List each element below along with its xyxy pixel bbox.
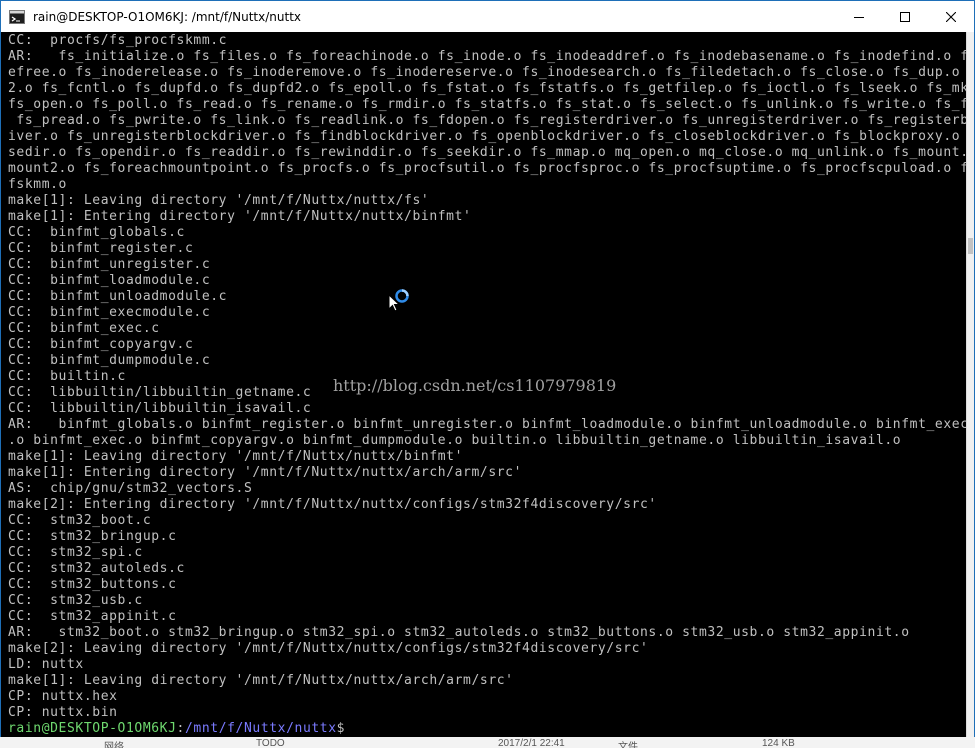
output-line: CC: libbuiltin/libbuiltin_isavail.c bbox=[8, 401, 312, 416]
output-line: .o binfmt_exec.o binfmt_copyargv.o binfm… bbox=[8, 433, 902, 448]
output-line: mount2.o fs_foreachmountpoint.o fs_procf… bbox=[8, 161, 967, 176]
output-line: CC: binfmt_copyargv.c bbox=[8, 337, 194, 352]
output-line: AS: chip/gnu/stm32_vectors.S bbox=[8, 481, 253, 496]
output-line: CC: procfs/fs_procfskmm.c bbox=[8, 33, 228, 48]
output-line: make[1]: Leaving directory '/mnt/f/Nuttx… bbox=[8, 193, 430, 208]
output-line: CC: binfmt_loadmodule.c bbox=[8, 273, 211, 288]
output-line: CC: binfmt_register.c bbox=[8, 241, 194, 256]
output-line: LD: nuttx bbox=[8, 657, 84, 672]
console-app-icon bbox=[9, 9, 25, 25]
output-line: fs_open.o fs_poll.o fs_read.o fs_rename.… bbox=[8, 97, 967, 112]
output-line: CC: stm32_usb.c bbox=[8, 593, 143, 608]
strip-item: TODO bbox=[256, 738, 285, 748]
window-title: rain@DESKTOP-O1OM6KJ: /mnt/f/Nuttx/nuttx bbox=[33, 9, 302, 24]
output-line: CC: binfmt_globals.c bbox=[8, 225, 185, 240]
strip-item: 网络 bbox=[104, 742, 124, 748]
output-line: CC: binfmt_execmodule.c bbox=[8, 305, 211, 320]
prompt-path: /mnt/f/Nuttx/nuttx bbox=[184, 721, 337, 736]
busy-cursor-icon bbox=[388, 289, 409, 312]
output-line: CP: nuttx.bin bbox=[8, 705, 118, 720]
strip-item: 文件 bbox=[618, 742, 638, 748]
output-line: CC: stm32_buttons.c bbox=[8, 577, 177, 592]
output-line: CC: stm32_spi.c bbox=[8, 545, 143, 560]
strip-item: 2017/2/1 22:41 bbox=[498, 738, 565, 748]
maximize-icon bbox=[900, 11, 910, 22]
vertical-scrollbar[interactable] bbox=[966, 32, 974, 738]
terminal-window: rain@DESKTOP-O1OM6KJ: /mnt/f/Nuttx/nuttx… bbox=[0, 0, 975, 748]
prompt-separator: : bbox=[176, 721, 185, 736]
background-explorer-strip: 网络 TODO 2017/2/1 22:41 文件 124 KB bbox=[0, 737, 975, 748]
strip-item: 124 KB bbox=[762, 738, 795, 748]
output-line: AR: fs_initialize.o fs_files.o fs_foreac… bbox=[8, 49, 967, 64]
shell-prompt-line: rain@DESKTOP-O1OM6KJ:/mnt/f/Nuttx/nuttx$ bbox=[8, 721, 967, 737]
output-line: make[2]: Leaving directory '/mnt/f/Nuttx… bbox=[8, 641, 649, 656]
output-line: AR: stm32_boot.o stm32_bringup.o stm32_s… bbox=[8, 625, 910, 640]
window-controls bbox=[836, 1, 974, 32]
maximize-button[interactable] bbox=[882, 1, 928, 32]
output-line: iver.o fs_unregisterblockdriver.o fs_fin… bbox=[8, 129, 967, 144]
output-line: CC: stm32_autoleds.c bbox=[8, 561, 185, 576]
output-line: CP: nuttx.hex bbox=[8, 689, 118, 704]
output-line: sedir.o fs_opendir.o fs_readdir.o fs_rew… bbox=[8, 145, 967, 160]
close-button[interactable] bbox=[928, 1, 974, 32]
prompt-symbol: $ bbox=[336, 721, 346, 736]
output-line: CC: binfmt_exec.c bbox=[8, 321, 160, 336]
scrollbar-thumb[interactable] bbox=[968, 238, 973, 254]
output-line: fs_pread.o fs_pwrite.o fs_link.o fs_read… bbox=[8, 113, 967, 128]
output-line: fskmm.o bbox=[8, 177, 67, 192]
output-line: CC: binfmt_dumpmodule.c bbox=[8, 353, 211, 368]
output-line: make[1]: Leaving directory '/mnt/f/Nuttx… bbox=[8, 449, 464, 464]
minimize-button[interactable] bbox=[836, 1, 882, 32]
close-icon bbox=[946, 11, 956, 22]
output-line: CC: stm32_boot.c bbox=[8, 513, 152, 528]
output-line: CC: binfmt_unregister.c bbox=[8, 257, 211, 272]
output-line: make[1]: Entering directory '/mnt/f/Nutt… bbox=[8, 209, 472, 224]
prompt-user-host: rain@DESKTOP-O1OM6KJ bbox=[8, 721, 177, 736]
output-line: 2.o fs_fcntl.o fs_dupfd.o fs_dupfd2.o fs… bbox=[8, 81, 967, 96]
title-bar[interactable]: rain@DESKTOP-O1OM6KJ: /mnt/f/Nuttx/nuttx bbox=[1, 1, 974, 32]
output-line: make[2]: Entering directory '/mnt/f/Nutt… bbox=[8, 497, 657, 512]
watermark-text: http://blog.csdn.net/cs1107979819 bbox=[333, 376, 617, 395]
output-line: AR: binfmt_globals.o binfmt_register.o b… bbox=[8, 417, 967, 432]
output-line: CC: stm32_appinit.c bbox=[8, 609, 177, 624]
minimize-icon bbox=[854, 16, 864, 18]
output-line: make[1]: Entering directory '/mnt/f/Nutt… bbox=[8, 465, 523, 480]
output-line: CC: stm32_bringup.c bbox=[8, 529, 177, 544]
output-line: make[1]: Leaving directory '/mnt/f/Nuttx… bbox=[8, 673, 514, 688]
output-line: efree.o fs_inoderelease.o fs_inoderemove… bbox=[8, 65, 967, 80]
output-line: CC: binfmt_unloadmodule.c bbox=[8, 289, 228, 304]
